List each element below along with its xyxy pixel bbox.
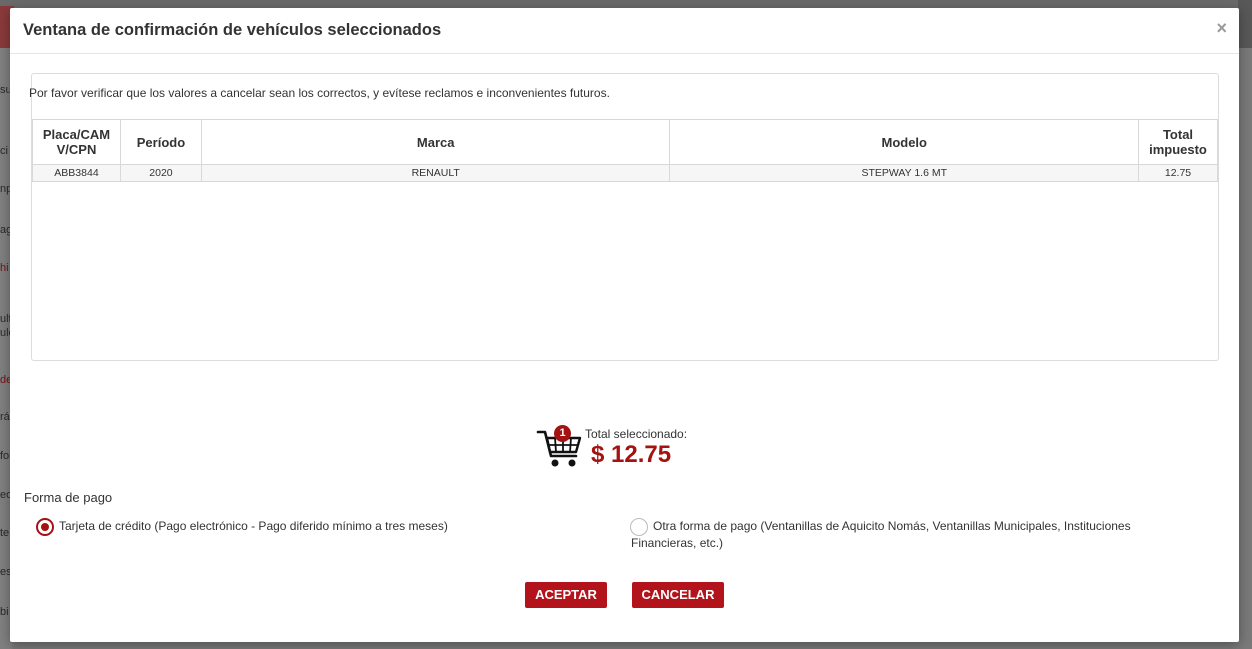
cancel-button[interactable]: CANCELAR — [632, 582, 724, 608]
cell-plate: ABB3844 — [32, 164, 121, 182]
column-header-model: Modelo — [669, 119, 1139, 165]
cell-period: 2020 — [119, 164, 202, 182]
cell-brand: RENAULT — [200, 164, 671, 182]
column-header-total-tax: Total impuesto — [1138, 119, 1218, 165]
confirmation-modal: Ventana de confirmación de vehículos sel… — [10, 8, 1239, 642]
background-right — [1238, 48, 1252, 649]
total-label: Total seleccionado: — [585, 427, 688, 441]
cell-model: STEPWAY 1.6 MT — [669, 164, 1139, 182]
close-icon[interactable]: × — [1216, 19, 1227, 37]
instructions-text: Por favor verificar que los valores a ca… — [29, 86, 610, 100]
table-row: ABB3844 2020 RENAULT STEPWAY 1.6 MT 12.7… — [32, 164, 1218, 182]
vehicles-table: Placa/CAM V/CPN Período Marca Modelo Tot… — [32, 119, 1218, 182]
cart-count-badge: 1 — [554, 425, 571, 442]
column-header-plate: Placa/CAM V/CPN — [32, 119, 121, 165]
other-payment-option-label[interactable]: Otra forma de pago (Ventanillas de Aquic… — [631, 518, 1191, 552]
accept-button[interactable]: ACEPTAR — [525, 582, 607, 608]
modal-title: Ventana de confirmación de vehículos sel… — [23, 21, 442, 39]
table-header-row: Placa/CAM V/CPN Período Marca Modelo Tot… — [32, 119, 1218, 165]
column-header-brand: Marca — [200, 119, 671, 165]
total-amount: $ 12.75 — [591, 441, 672, 468]
column-header-period: Período — [119, 119, 202, 165]
credit-card-option-label[interactable]: Tarjeta de crédito (Pago electrónico - P… — [59, 518, 599, 535]
total-summary: 1 Total seleccionado: $ 12.75 — [536, 424, 726, 474]
radio-credit-card[interactable] — [36, 518, 54, 536]
cell-total-tax: 12.75 — [1138, 164, 1218, 182]
modal-header: Ventana de confirmación de vehículos sel… — [10, 8, 1239, 54]
vehicles-panel — [31, 73, 1219, 361]
payment-method-title: Forma de pago — [24, 490, 113, 505]
background-right-top — [1238, 0, 1252, 48]
